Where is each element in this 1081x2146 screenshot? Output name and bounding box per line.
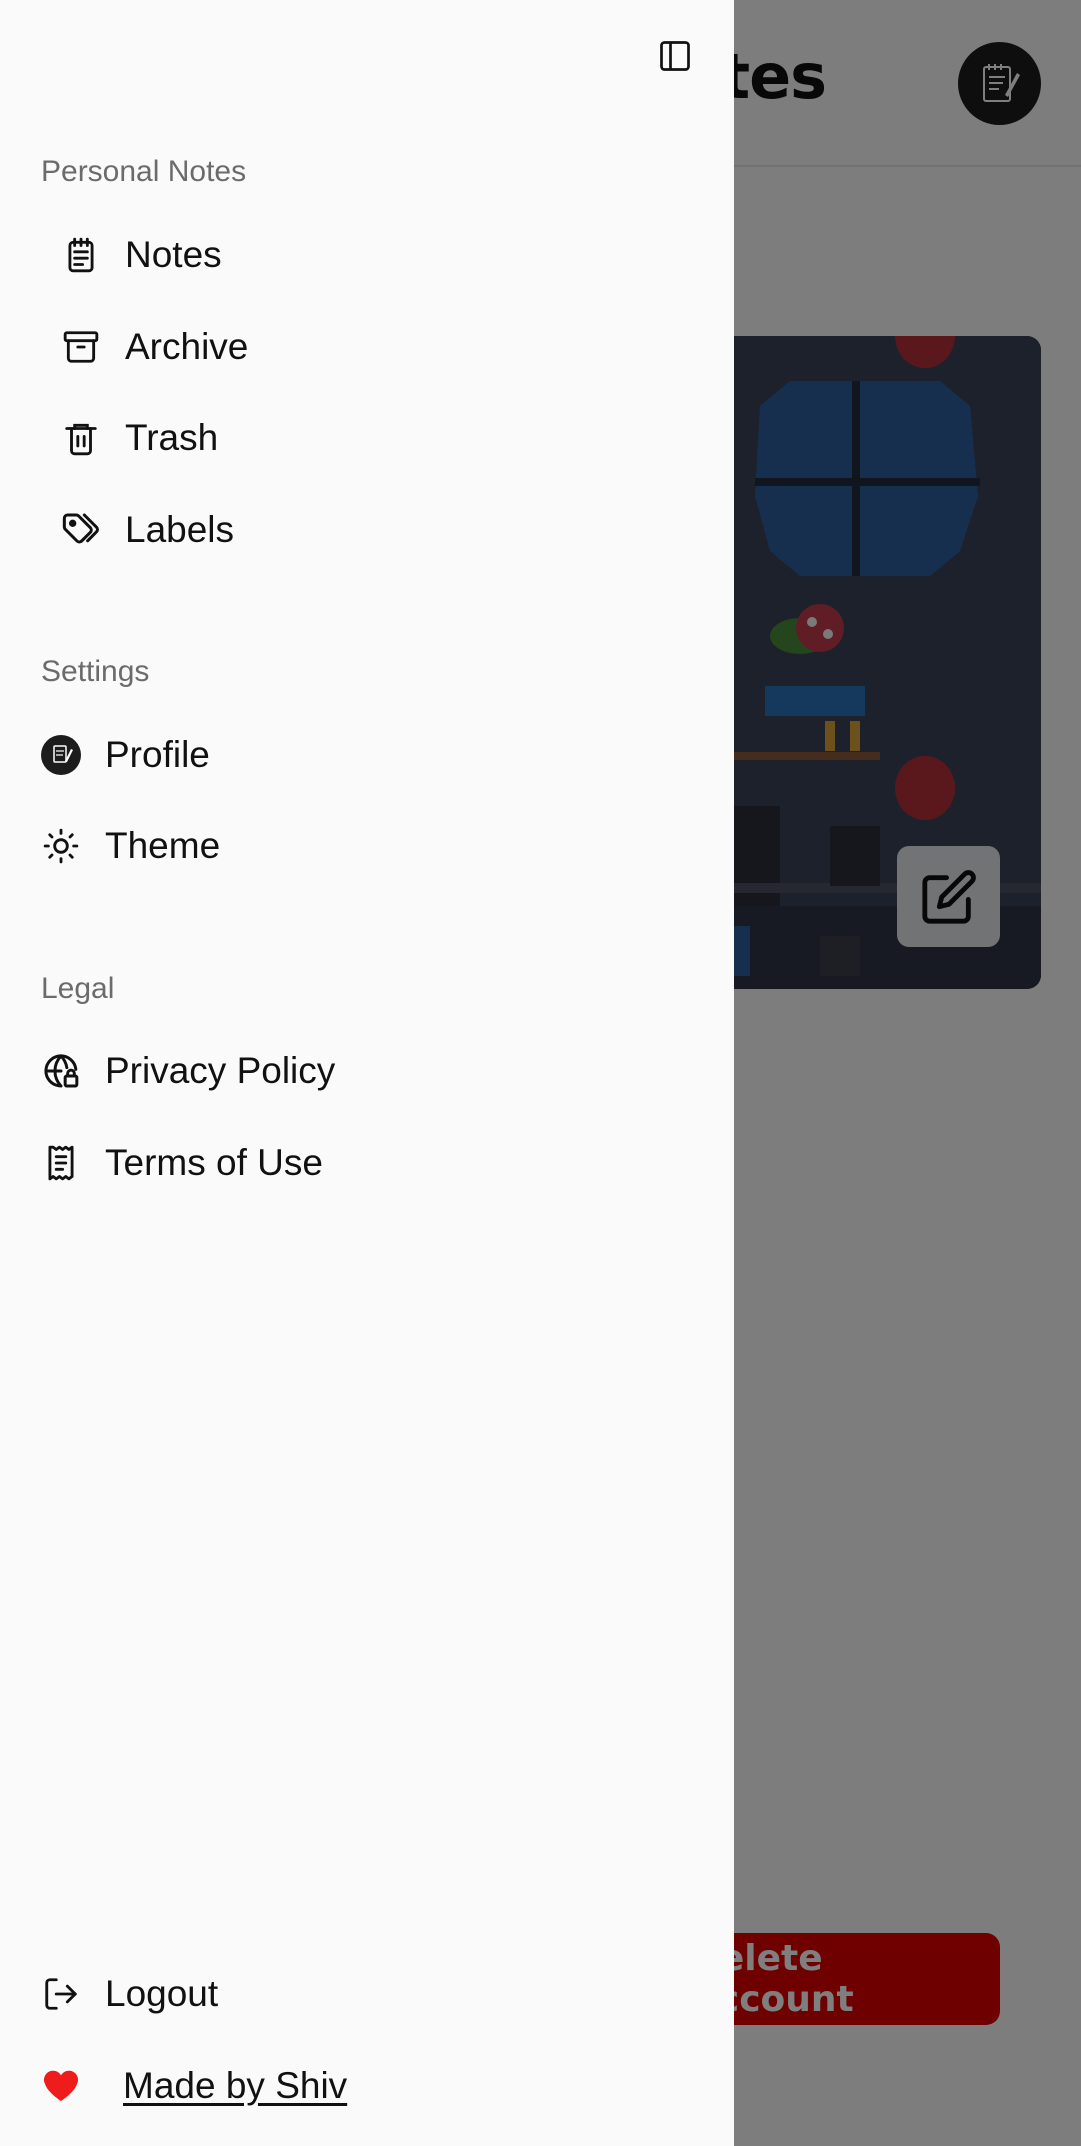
sidebar-item-label: Privacy Policy <box>105 1050 336 1091</box>
globe-lock-icon <box>41 1051 81 1091</box>
section-title-settings: Settings <box>41 655 150 688</box>
heart-icon <box>41 2066 81 2106</box>
logout-label: Logout <box>105 1973 219 2014</box>
made-by-label[interactable]: Made by Shiv <box>123 2065 347 2107</box>
panel-left-icon <box>660 41 690 71</box>
navigation-drawer: Personal Notes Notes Archive Trash Label… <box>0 0 734 2146</box>
section-title-personal-notes: Personal Notes <box>41 155 247 188</box>
sidebar-item-label: Profile <box>105 734 210 775</box>
sidebar-item-label: Labels <box>125 509 235 550</box>
sidebar-item-profile[interactable]: Profile <box>41 720 210 790</box>
sidebar-toggle-button[interactable] <box>655 36 695 76</box>
sidebar-item-trash[interactable]: Trash <box>61 403 218 473</box>
sidebar-item-label: Theme <box>105 825 221 866</box>
sidebar-item-privacy-policy[interactable]: Privacy Policy <box>41 1036 335 1106</box>
receipt-icon <box>41 1143 81 1183</box>
sidebar-item-labels[interactable]: Labels <box>61 495 234 565</box>
sidebar-item-terms-of-use[interactable]: Terms of Use <box>41 1128 323 1198</box>
sidebar-item-label: Terms of Use <box>105 1142 323 1183</box>
sidebar-item-label: Archive <box>125 326 249 367</box>
avatar-icon <box>41 735 81 775</box>
tags-icon <box>61 510 101 550</box>
notepad-icon <box>61 235 101 275</box>
sidebar-item-archive[interactable]: Archive <box>61 312 248 382</box>
sidebar-item-notes[interactable]: Notes <box>61 220 222 290</box>
made-by-link[interactable]: Made by Shiv <box>41 2051 347 2121</box>
sidebar-item-label: Trash <box>125 417 219 458</box>
sidebar-item-label: Notes <box>125 234 222 275</box>
logout-button[interactable]: Logout <box>41 1959 218 2029</box>
section-title-legal: Legal <box>41 972 115 1005</box>
logout-icon <box>41 1974 81 2014</box>
trash-icon <box>61 418 101 458</box>
sidebar-item-theme[interactable]: Theme <box>41 811 220 881</box>
sun-icon <box>41 826 81 866</box>
archive-icon <box>61 327 101 367</box>
